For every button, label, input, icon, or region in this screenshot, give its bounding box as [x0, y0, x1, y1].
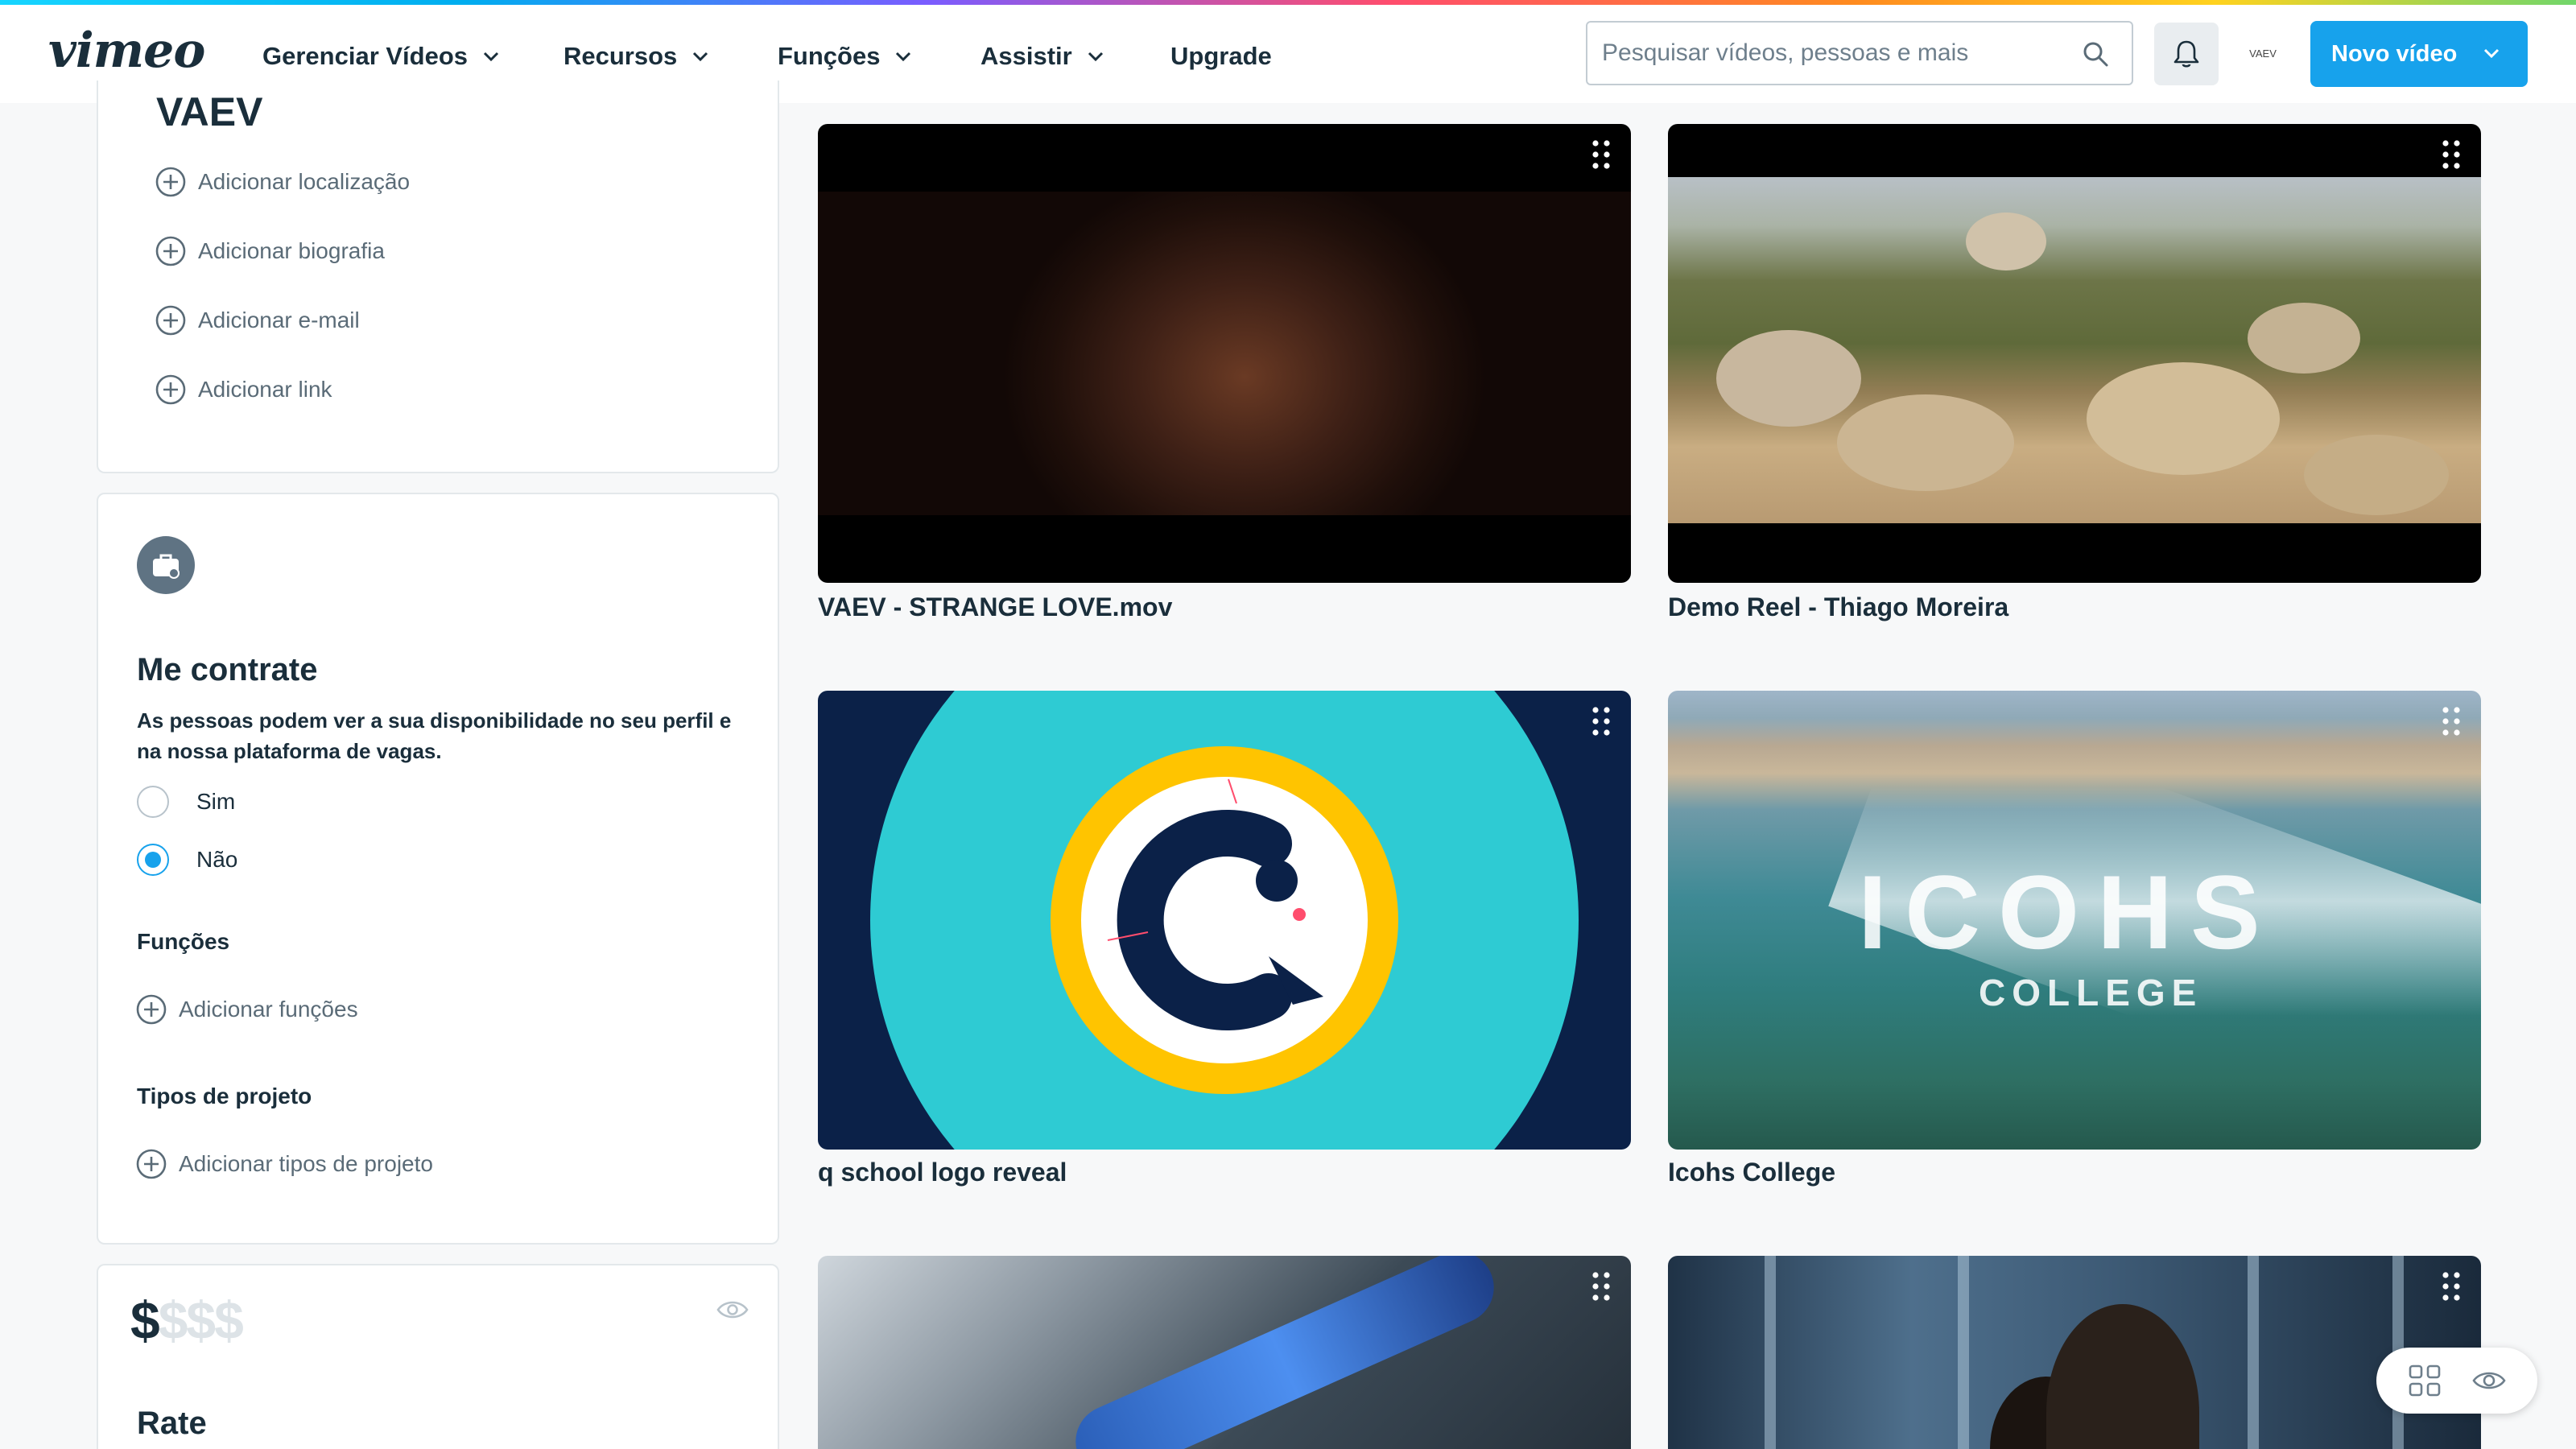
add-project-types-label: Adicionar tipos de projeto: [179, 1151, 433, 1176]
bell-icon: [2174, 40, 2199, 68]
server-rack: [2248, 1256, 2259, 1449]
nav-functions-label: Funções: [778, 42, 881, 70]
hire-option-no-label: Não: [196, 847, 238, 872]
search-box: [1586, 21, 2133, 85]
plus-circle-icon: [155, 236, 186, 266]
nav-upgrade-label: Upgrade: [1170, 42, 1272, 70]
eye-icon[interactable]: [716, 1298, 749, 1322]
project-types-heading: Tipos de projeto: [137, 1084, 312, 1108]
add-location-link[interactable]: Adicionar localização: [155, 166, 410, 198]
college-watermark: COLLEGE: [1979, 972, 2203, 1013]
hire-option-yes-label: Sim: [196, 789, 236, 814]
rate-card: $$$$ Rate: [97, 1264, 779, 1449]
add-roles-label: Adicionar funções: [179, 997, 358, 1022]
drag-handle-icon[interactable]: [2441, 138, 2462, 171]
nav-resources[interactable]: Recursos: [564, 40, 709, 72]
new-video-label: Novo vídeo: [2331, 40, 2458, 67]
drag-handle-icon[interactable]: [2441, 705, 2462, 737]
new-video-button[interactable]: Novo vídeo: [2310, 21, 2528, 87]
video-title-4[interactable]: Icohs College: [1668, 1158, 1835, 1187]
video-thumbnail-5[interactable]: [818, 1256, 1631, 1449]
video-thumbnail-4[interactable]: ICOHS COLLEGE: [1668, 691, 2481, 1150]
chevron-down-icon[interactable]: [2483, 47, 2500, 59]
add-project-types-link[interactable]: Adicionar tipos de projeto: [135, 1148, 433, 1180]
add-email-link[interactable]: Adicionar e-mail: [155, 304, 360, 336]
plus-circle-icon: [155, 167, 186, 197]
video-thumbnail-6[interactable]: [1668, 1256, 2481, 1449]
drag-handle-icon[interactable]: [1591, 138, 1612, 171]
add-email-label: Adicionar e-mail: [198, 308, 360, 332]
video-frame: [818, 192, 1631, 515]
roles-heading: Funções: [137, 929, 230, 954]
drag-handle-icon[interactable]: [2441, 1270, 2462, 1302]
profile-info-card: VAEV Adicionar localização Adicionar bio…: [97, 80, 779, 473]
plus-circle-icon: [155, 305, 186, 336]
plus-circle-icon: [136, 994, 167, 1025]
video-frame: [1063, 1256, 1506, 1449]
nav-resources-label: Recursos: [564, 42, 678, 70]
icohs-watermark: ICOHS: [1858, 853, 2278, 971]
add-roles-link[interactable]: Adicionar funções: [135, 993, 358, 1026]
chevron-down-icon: [1088, 52, 1103, 62]
nav-watch-label: Assistir: [980, 42, 1072, 70]
server-rack: [1765, 1256, 1776, 1449]
rate-dollar-inactive: $$$: [158, 1290, 244, 1350]
add-bio-label: Adicionar biografia: [198, 238, 385, 263]
video-title-3[interactable]: q school logo reveal: [818, 1158, 1067, 1187]
video-thumbnail-2[interactable]: [1668, 124, 2481, 583]
landscape-rocks: [1716, 213, 2449, 515]
view-toggle: [2376, 1348, 2537, 1414]
nav-manage-videos[interactable]: Gerenciar Vídeos: [262, 40, 500, 72]
video-title-2[interactable]: Demo Reel - Thiago Moreira: [1668, 592, 2008, 622]
video-thumbnail-1[interactable]: [818, 124, 1631, 583]
drag-handle-icon[interactable]: [1591, 1270, 1612, 1302]
hire-option-yes[interactable]: Sim: [137, 786, 235, 818]
notifications-button[interactable]: [2154, 23, 2219, 85]
user-avatar[interactable]: VAEV: [2238, 37, 2288, 69]
plus-circle-icon: [136, 1149, 167, 1179]
chevron-down-icon: [483, 52, 499, 62]
add-location-label: Adicionar localização: [198, 169, 411, 194]
hire-option-no[interactable]: Não: [137, 844, 237, 876]
q-school-logo-art: [870, 691, 1579, 1150]
hire-me-title: Me contrate: [137, 652, 318, 687]
add-link-link[interactable]: Adicionar link: [155, 374, 332, 406]
eye-icon[interactable]: [2472, 1364, 2506, 1397]
search-icon[interactable]: [2082, 40, 2109, 68]
drag-handle-icon[interactable]: [1591, 705, 1612, 737]
vimeo-logo[interactable]: vimeo: [48, 23, 205, 79]
video-title-1[interactable]: VAEV - STRANGE LOVE.mov: [818, 592, 1172, 622]
nav-manage-videos-label: Gerenciar Vídeos: [262, 42, 469, 70]
plus-circle-icon: [155, 374, 186, 405]
add-bio-link[interactable]: Adicionar biografia: [155, 235, 385, 267]
add-link-label: Adicionar link: [198, 377, 332, 402]
radio-no[interactable]: [137, 844, 169, 876]
rate-dollar-active: $: [130, 1290, 160, 1350]
search-input[interactable]: [1602, 39, 2069, 67]
chevron-down-icon: [896, 52, 911, 62]
nav-upgrade[interactable]: Upgrade: [1170, 40, 1272, 72]
rate-level[interactable]: $$$$: [130, 1290, 244, 1351]
nav-functions[interactable]: Funções: [778, 40, 912, 72]
profile-username: VAEV: [156, 89, 263, 134]
chevron-down-icon: [693, 52, 708, 62]
nav-watch[interactable]: Assistir: [980, 40, 1104, 72]
radio-yes[interactable]: [137, 786, 169, 818]
briefcase-icon: [137, 536, 195, 594]
hire-me-description: As pessoas podem ver a sua disponibilida…: [137, 708, 732, 763]
rate-title: Rate: [137, 1406, 207, 1441]
hire-me-card: Me contrate As pessoas podem ver a sua d…: [97, 493, 779, 1245]
person-silhouette: [2046, 1304, 2199, 1449]
video-thumbnail-3[interactable]: [818, 691, 1631, 1150]
server-rack: [1958, 1256, 1969, 1449]
grid-view-icon[interactable]: [2408, 1364, 2442, 1397]
